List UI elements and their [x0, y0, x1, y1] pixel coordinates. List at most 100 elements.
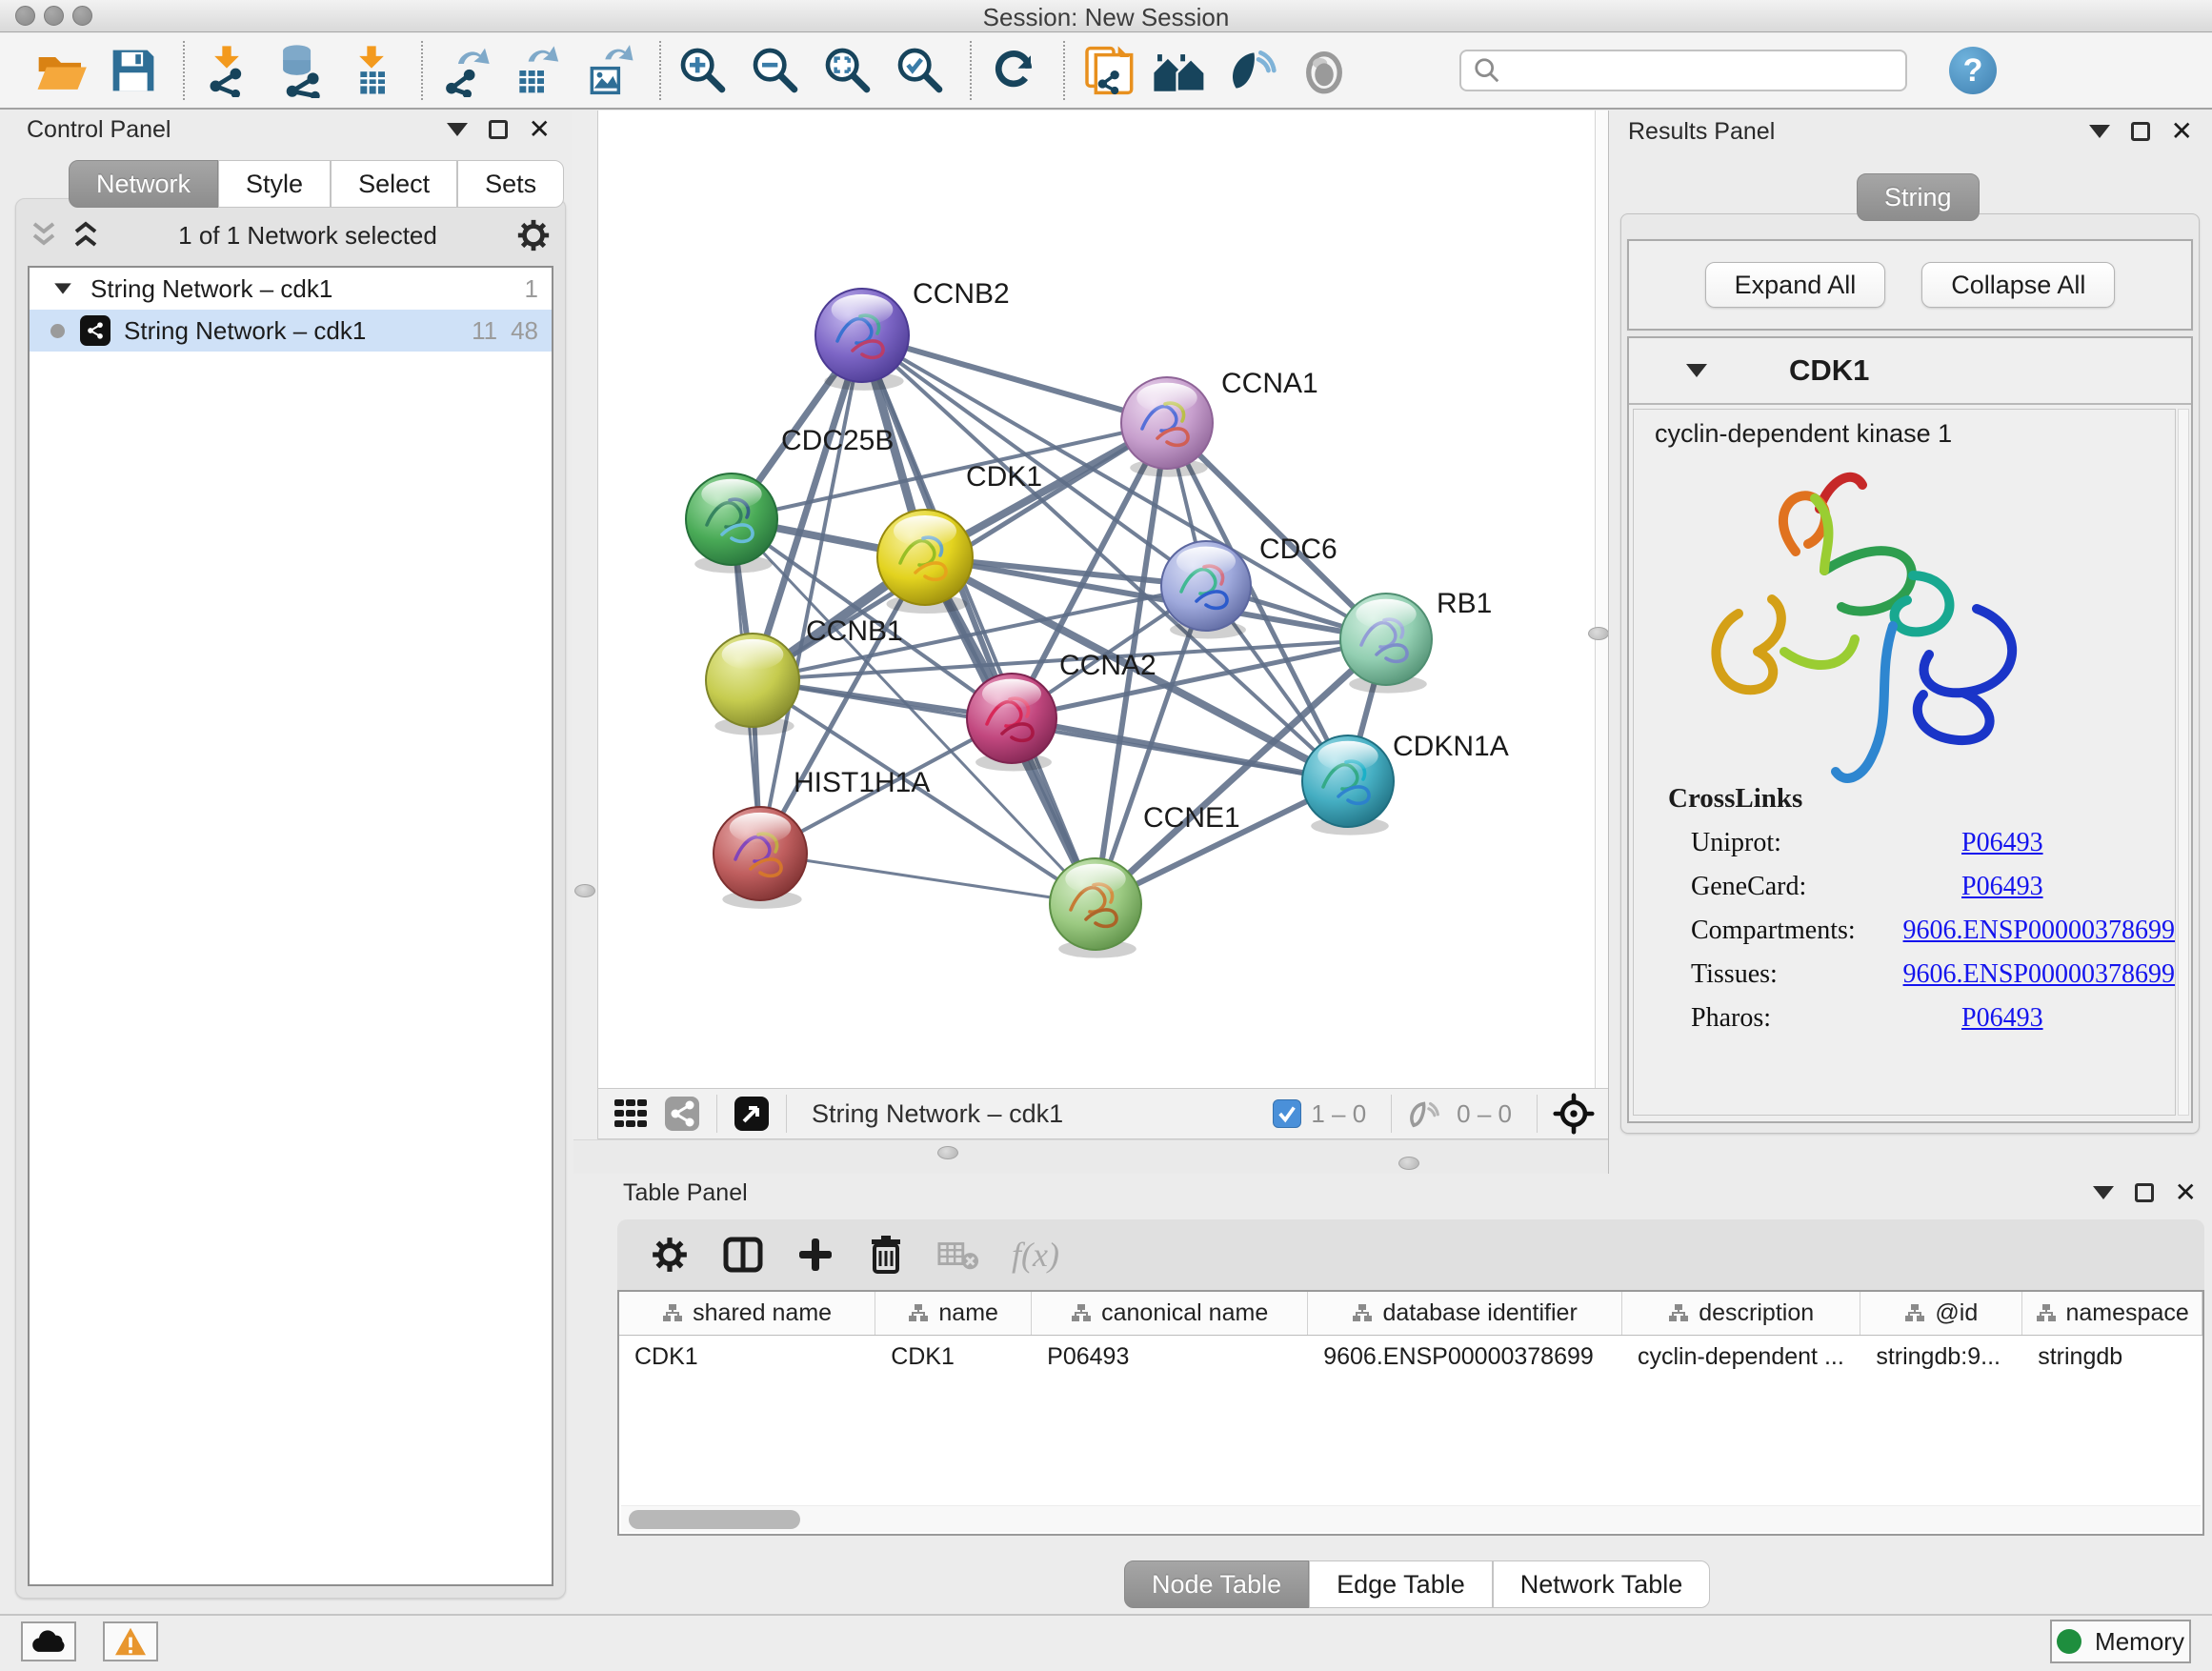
section-expander-icon[interactable] [1686, 364, 1707, 377]
table-cell[interactable]: CDK1 [619, 1336, 875, 1378]
crosslink-value-link[interactable]: 9606.ENSP00000378699 [1903, 959, 2175, 990]
share-view-icon[interactable] [663, 1095, 701, 1133]
tree-expander-icon[interactable] [54, 283, 71, 293]
results-scrollbar[interactable] [2178, 409, 2189, 1116]
float-panel-icon[interactable] [2089, 125, 2110, 138]
edge-CCNE1-HIST1H1A[interactable] [760, 854, 1096, 904]
tab-node-table[interactable]: Node Table [1124, 1560, 1309, 1608]
left-pane-splitter[interactable] [572, 111, 598, 1139]
close-panel-icon[interactable]: ✕ [2171, 122, 2193, 141]
cloud-status-button[interactable] [21, 1621, 76, 1661]
table-hscrollbar[interactable] [621, 1505, 2201, 1532]
maximize-panel-icon[interactable] [2131, 122, 2150, 141]
table-cell[interactable]: stringdb:9... [1860, 1336, 2022, 1378]
node-CCNE1[interactable] [1050, 858, 1141, 958]
tab-network[interactable]: Network [69, 160, 218, 208]
column-header-shared-name[interactable]: shared name [619, 1292, 875, 1335]
table-cell[interactable]: P06493 [1032, 1336, 1308, 1378]
search-field[interactable] [1459, 50, 1907, 91]
crosslink-value-link[interactable]: 9606.ENSP00000378699 [1903, 916, 2175, 946]
hide-glasses-icon[interactable] [1223, 42, 1280, 99]
grid-view-icon[interactable] [612, 1095, 650, 1133]
crosslink-value-link[interactable]: P06493 [1961, 872, 2043, 902]
selected-nodes-checkbox[interactable] [1273, 1099, 1301, 1128]
warnings-button[interactable] [103, 1621, 158, 1661]
export-image-icon[interactable] [581, 42, 638, 99]
expand-all-button[interactable]: Expand All [1705, 262, 1886, 308]
table-gear-icon[interactable] [650, 1235, 690, 1275]
zoom-selected-icon[interactable] [892, 42, 949, 99]
import-table-file-icon[interactable] [343, 42, 400, 99]
column-header-description[interactable]: description [1622, 1292, 1860, 1335]
node-CDKN1A[interactable] [1302, 735, 1394, 836]
collapse-all-icon[interactable] [30, 220, 58, 251]
memory-button[interactable]: Memory [2050, 1620, 2191, 1663]
search-input[interactable] [1501, 53, 1905, 88]
delete-column-icon[interactable] [867, 1234, 905, 1276]
close-panel-icon[interactable]: ✕ [529, 120, 551, 139]
tab-select[interactable]: Select [331, 160, 457, 208]
right-splitter-knob[interactable] [1588, 627, 1609, 640]
table-cell[interactable]: cyclin-dependent ... [1622, 1336, 1860, 1378]
tab-network-table[interactable]: Network Table [1493, 1560, 1711, 1608]
node-CCNB2[interactable] [815, 289, 909, 391]
node-table[interactable]: shared namenamecanonical namedatabase id… [617, 1290, 2204, 1536]
network-collection-row[interactable]: String Network – cdk1 1 [30, 268, 552, 310]
column-header-namespace[interactable]: namespace [2022, 1292, 2202, 1335]
gear-icon[interactable] [515, 217, 552, 253]
right-pane-splitter[interactable] [1595, 111, 1608, 1139]
node-CDC25B[interactable] [686, 473, 777, 574]
tab-edge-table[interactable]: Edge Table [1309, 1560, 1493, 1608]
column-header-database-identifier[interactable]: database identifier [1308, 1292, 1622, 1335]
save-session-icon[interactable] [105, 42, 162, 99]
float-panel-icon[interactable] [447, 123, 468, 136]
node-HIST1H1A[interactable] [714, 807, 807, 909]
column-header--id[interactable]: @id [1860, 1292, 2022, 1335]
table-row[interactable]: CDK1CDK1P064939606.ENSP00000378699cyclin… [619, 1336, 2202, 1378]
network-row[interactable]: String Network – cdk1 11 48 [30, 310, 552, 352]
open-session-icon[interactable] [32, 42, 90, 99]
zoom-in-icon[interactable] [674, 42, 732, 99]
close-panel-icon[interactable]: ✕ [2175, 1183, 2197, 1202]
maximize-panel-icon[interactable] [489, 120, 508, 139]
refresh-view-icon[interactable] [985, 42, 1042, 99]
table-splitter-knob[interactable] [1398, 1157, 1419, 1170]
zoom-fit-icon[interactable] [819, 42, 876, 99]
node-CDK1[interactable] [877, 510, 973, 614]
show-eye-icon[interactable] [1296, 42, 1353, 99]
home-icon[interactable] [1151, 42, 1208, 99]
table-cell[interactable]: stringdb [2022, 1336, 2202, 1378]
crosslink-value-link[interactable]: P06493 [1961, 1003, 2043, 1034]
node-CCNA1[interactable] [1121, 377, 1213, 477]
table-cell[interactable]: 9606.ENSP00000378699 [1308, 1336, 1622, 1378]
node-section-header[interactable]: CDK1 [1629, 338, 2191, 405]
show-columns-icon[interactable] [722, 1234, 764, 1276]
add-column-icon[interactable] [796, 1236, 835, 1274]
float-panel-icon[interactable] [2093, 1186, 2114, 1199]
export-network-icon[interactable] [436, 42, 493, 99]
network-canvas[interactable]: CCNB2CCNA1CDC25BCDK1CDC6RB1CCNB1CCNA2CDK… [598, 111, 1595, 1088]
share-document-icon[interactable] [1078, 42, 1136, 99]
column-header-canonical-name[interactable]: canonical name [1032, 1292, 1308, 1335]
tab-string[interactable]: String [1857, 173, 1980, 221]
open-in-window-icon[interactable] [733, 1095, 771, 1133]
export-table-icon[interactable] [509, 42, 566, 99]
node-RB1[interactable] [1340, 594, 1432, 694]
table-cell[interactable]: CDK1 [875, 1336, 1032, 1378]
birdseye-view-icon[interactable] [1553, 1093, 1595, 1135]
crosslink-value-link[interactable]: P06493 [1961, 828, 2043, 858]
collapse-all-button[interactable]: Collapse All [1921, 262, 2115, 308]
table-hscrollbar-thumb[interactable] [629, 1510, 800, 1529]
expand-all-icon[interactable] [71, 220, 100, 251]
import-network-database-icon[interactable] [271, 42, 328, 99]
import-network-file-icon[interactable] [198, 42, 255, 99]
left-splitter-knob[interactable] [574, 884, 595, 897]
column-header-name[interactable]: name [875, 1292, 1032, 1335]
edge-CCNA2-CDKN1A[interactable] [1012, 718, 1348, 781]
network-splitter-knob[interactable] [937, 1146, 958, 1159]
node-CCNA2[interactable] [967, 674, 1056, 771]
tab-style[interactable]: Style [218, 160, 331, 208]
help-button[interactable]: ? [1949, 47, 1997, 94]
zoom-out-icon[interactable] [747, 42, 804, 99]
maximize-panel-icon[interactable] [2135, 1183, 2154, 1202]
